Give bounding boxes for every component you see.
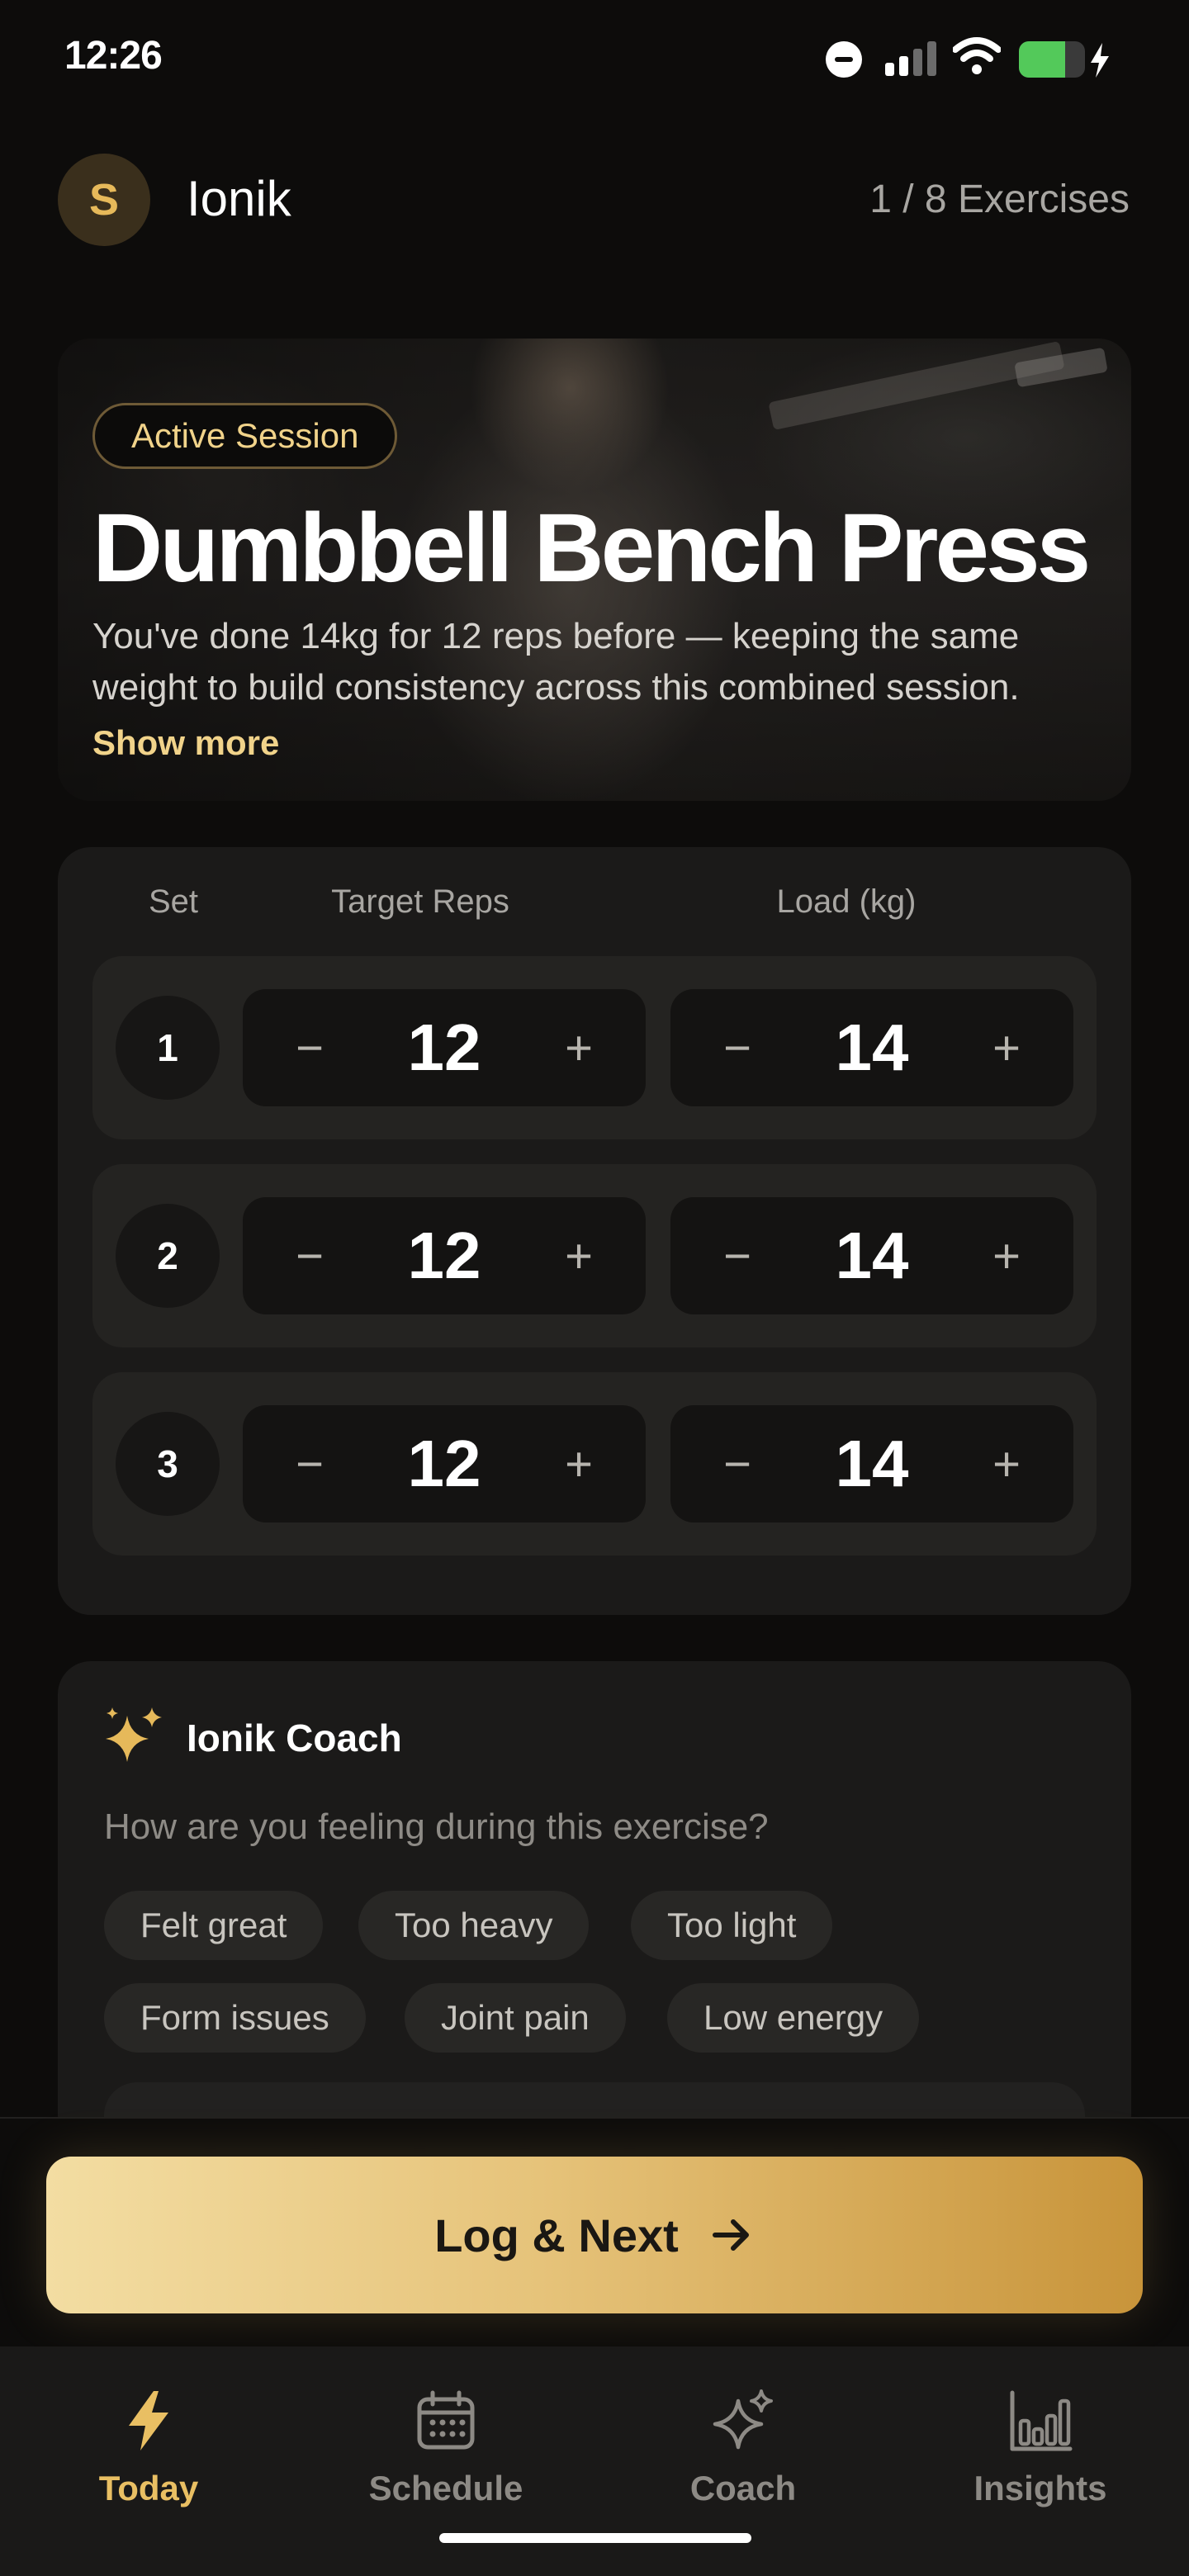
reps-stepper: − 12 + (243, 1405, 646, 1522)
cellular-signal-icon (885, 40, 936, 76)
feedback-chip[interactable]: Too light (631, 1891, 833, 1960)
sparkles-icon (106, 1707, 162, 1762)
coach-title: Ionik Coach (187, 1717, 402, 1759)
reps-decrement-button[interactable]: − (248, 1405, 372, 1522)
set-number: 3 (116, 1412, 220, 1516)
reps-stepper: − 12 + (243, 989, 646, 1106)
reps-value: 12 (407, 1219, 481, 1292)
reps-decrement-button[interactable]: − (248, 989, 372, 1106)
load-value: 14 (835, 1011, 909, 1084)
reps-decrement-button[interactable]: − (248, 1197, 372, 1314)
exercise-title: Dumbbell Bench Press (92, 494, 1091, 603)
tab-label: Coach (689, 2469, 797, 2507)
feedback-chip[interactable]: Low energy (667, 1983, 920, 2053)
set-row: 2 − 12 + − 14 + (92, 1164, 1097, 1347)
bar-chart-icon (1010, 2390, 1073, 2451)
set-row: 1 − 12 + − 14 + (92, 956, 1097, 1139)
show-more-link[interactable]: Show more (92, 723, 279, 763)
column-header-target-reps: Target Reps (331, 883, 509, 920)
set-row: 3 − 12 + − 14 + (92, 1372, 1097, 1556)
load-value: 14 (835, 1219, 909, 1292)
column-header-load: Load (kg) (776, 883, 917, 920)
set-number: 2 (116, 1204, 220, 1308)
avatar[interactable]: S (58, 154, 150, 246)
home-indicator (439, 2533, 751, 2543)
tab-label: Schedule (368, 2469, 523, 2507)
feedback-chip[interactable]: Joint pain (405, 1983, 626, 2053)
tab-schedule[interactable]: Schedule (297, 2346, 594, 2536)
reps-increment-button[interactable]: + (517, 989, 641, 1106)
reps-stepper: − 12 + (243, 1197, 646, 1314)
battery-icon (1019, 41, 1110, 79)
feedback-chip[interactable]: Too heavy (358, 1891, 590, 1960)
reps-increment-button[interactable]: + (517, 1197, 641, 1314)
wifi-icon (953, 37, 1001, 74)
calendar-icon (417, 2390, 475, 2450)
sparkles-icon (713, 2389, 773, 2450)
tab-label: Today (98, 2469, 199, 2507)
status-bar: 12:26 (0, 0, 1189, 116)
do-not-disturb-icon (826, 41, 862, 78)
set-number: 1 (116, 996, 220, 1100)
feedback-chip[interactable]: Felt great (104, 1891, 324, 1960)
exercise-description: You've done 14kg for 12 reps before — ke… (92, 616, 1020, 708)
load-increment-button[interactable]: + (945, 989, 1068, 1106)
status-time: 12:26 (64, 34, 163, 78)
arrow-right-icon (712, 2219, 749, 2251)
app-name: Ionik (187, 171, 291, 226)
status-badge: Active Session (92, 403, 398, 469)
coach-question: How are you feeling during this exercise… (104, 1807, 769, 1847)
reps-value: 12 (407, 1427, 481, 1500)
load-decrement-button[interactable]: − (675, 1405, 799, 1522)
load-increment-button[interactable]: + (945, 1197, 1068, 1314)
reps-value: 12 (407, 1011, 481, 1084)
load-stepper: − 14 + (670, 1197, 1073, 1314)
tab-today[interactable]: Today (0, 2346, 297, 2536)
exercise-progress: 1 / 8 Exercises (869, 178, 1130, 221)
log-and-next-label: Log & Next (434, 2209, 679, 2261)
log-and-next-button[interactable]: Log & Next (46, 2157, 1143, 2313)
load-stepper: − 14 + (670, 989, 1073, 1106)
load-decrement-button[interactable]: − (675, 989, 799, 1106)
bolt-icon (129, 2391, 168, 2451)
load-decrement-button[interactable]: − (675, 1197, 799, 1314)
load-value: 14 (835, 1427, 909, 1500)
load-stepper: − 14 + (670, 1405, 1073, 1522)
cta-area: Log & Next (0, 2117, 1189, 2350)
sets-card: Set Target Reps Load (kg) 1 − 12 + − 14 … (58, 847, 1131, 1615)
reps-increment-button[interactable]: + (517, 1405, 641, 1522)
feedback-chip[interactable]: Form issues (104, 1983, 366, 2053)
exercise-hero-card: Active Session Dumbbell Bench Press You'… (58, 339, 1131, 801)
tab-insights[interactable]: Insights (892, 2346, 1189, 2536)
tab-coach[interactable]: Coach (594, 2346, 892, 2536)
tab-label: Insights (973, 2469, 1107, 2507)
column-header-set: Set (148, 883, 199, 920)
load-increment-button[interactable]: + (945, 1405, 1068, 1522)
